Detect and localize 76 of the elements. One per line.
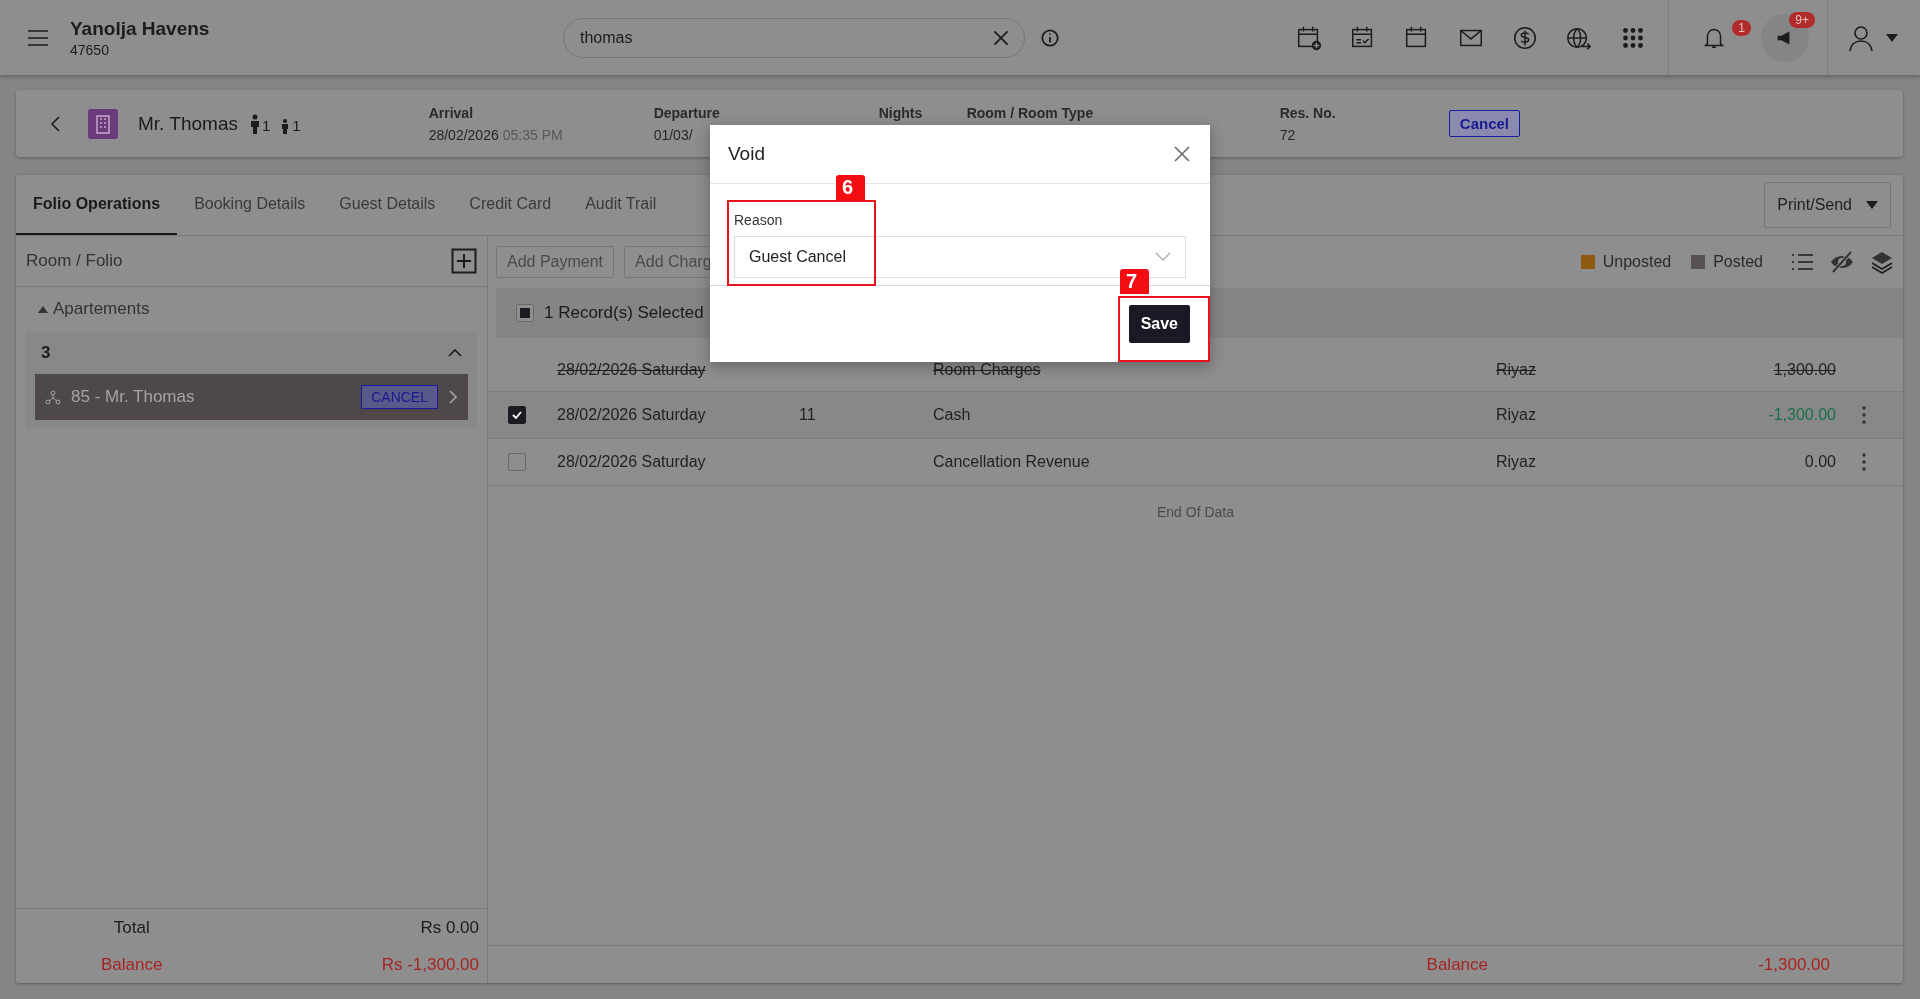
balance-value: Rs -1,300.00: [380, 954, 479, 975]
field-label: Nights: [878, 104, 924, 121]
more-icon[interactable]: [1862, 453, 1866, 471]
chevron-down-icon: [1155, 252, 1171, 262]
indeterminate-icon: [519, 307, 531, 319]
save-button[interactable]: Save: [1128, 305, 1190, 343]
folio-name: 85 - Mr. Thomas: [71, 387, 196, 407]
guest-name: Mr. Thomas: [138, 112, 238, 135]
field-label: Reason: [734, 212, 784, 228]
check-icon: [511, 409, 523, 421]
field-value: 72: [1279, 126, 1297, 143]
table-cell-text: 28/02/2026 Saturday: [557, 453, 707, 471]
tab[interactable]: Guest Details: [322, 175, 453, 235]
notification-count: 1: [1732, 19, 1751, 36]
tab[interactable]: Folio Operations: [16, 175, 178, 235]
table-cell-text: Riyaz: [1496, 406, 1537, 424]
tab[interactable]: Booking Details: [177, 175, 323, 235]
total-value: Rs 0.00: [419, 917, 479, 938]
toolbar-button[interactable]: Add Payment: [496, 246, 615, 278]
field-label: Res. No.: [1279, 104, 1337, 121]
table-cell-text: Room Charges: [933, 360, 1042, 379]
eye-off-icon[interactable]: [1829, 249, 1855, 275]
panel-title: Room / Folio: [26, 251, 123, 271]
more-icon[interactable]: [1862, 406, 1866, 424]
status-badge: Cancel: [1448, 110, 1520, 137]
hotel-name: Yanolja Havens: [70, 17, 211, 40]
print-send-dropdown[interactable]: Print/Send: [1764, 182, 1891, 228]
field-label: Room / Room Type: [966, 104, 1095, 121]
table-cell-text: Cancellation Revenue: [933, 453, 1091, 471]
table-cell-text: 1,300.00: [1772, 360, 1836, 379]
total-label: Total: [112, 917, 151, 938]
table-cell-text: 11: [799, 406, 817, 424]
status-tag: CANCEL: [361, 385, 438, 409]
balance-value: -1,300.00: [1757, 954, 1830, 975]
room-number: 3: [41, 342, 51, 363]
row-checkbox[interactable]: [508, 453, 526, 471]
step-number: 6: [836, 175, 866, 200]
adult-count: 1: [261, 116, 271, 134]
layers-icon[interactable]: [1869, 249, 1895, 275]
caret-icon[interactable]: [1886, 33, 1898, 42]
announcement-button[interactable]: [1761, 13, 1809, 62]
balance-label: Balance: [100, 954, 164, 975]
add-icon[interactable]: [451, 248, 477, 274]
table-cell-text: 28/02/2026 Saturday: [557, 360, 707, 379]
table-cell-text: Cash: [933, 406, 972, 424]
building-icon: [88, 108, 118, 139]
row-checkbox[interactable]: [508, 406, 526, 424]
dialog-title: Void: [728, 143, 765, 165]
hotel-code: 47650: [70, 41, 110, 58]
table-cell-text: 0.00: [1803, 453, 1836, 471]
announcement-count: 9+: [1789, 11, 1815, 28]
caret-icon: [1866, 201, 1878, 209]
group-toggle[interactable]: Apartements: [38, 299, 487, 319]
chevron-right-icon: [448, 389, 458, 405]
tab[interactable]: Credit Card: [452, 175, 569, 235]
chevron-up-icon[interactable]: [448, 347, 462, 358]
field-label: Departure: [653, 104, 721, 121]
search-input[interactable]: thomas: [578, 27, 990, 48]
nodes-icon: [45, 389, 61, 405]
field-value: 01/03/: [653, 126, 694, 143]
legend-label: Unposted: [1602, 253, 1672, 271]
table-cell-text: Riyaz: [1496, 453, 1537, 471]
field-label: Arrival: [428, 104, 474, 121]
selection-count: 1 Record(s) Selected: [544, 303, 704, 323]
tab[interactable]: Audit Trail: [568, 175, 674, 235]
legend-label: Posted: [1713, 253, 1763, 271]
select-all-checkbox[interactable]: [516, 304, 534, 322]
table-cell-text: Riyaz: [1496, 360, 1537, 379]
folio-item[interactable]: 85 - Mr. Thomas CANCEL: [35, 374, 468, 420]
table-cell-text: -1,300.00: [1767, 406, 1836, 424]
close-icon[interactable]: [1172, 144, 1192, 164]
balance-label: Balance: [1425, 954, 1488, 975]
table-cell-text: 28/02/2026 Saturday: [557, 406, 707, 424]
child-count: 1: [292, 116, 301, 134]
step-number: 7: [1120, 269, 1150, 294]
end-of-data-label: End Of Data: [1155, 504, 1235, 520]
